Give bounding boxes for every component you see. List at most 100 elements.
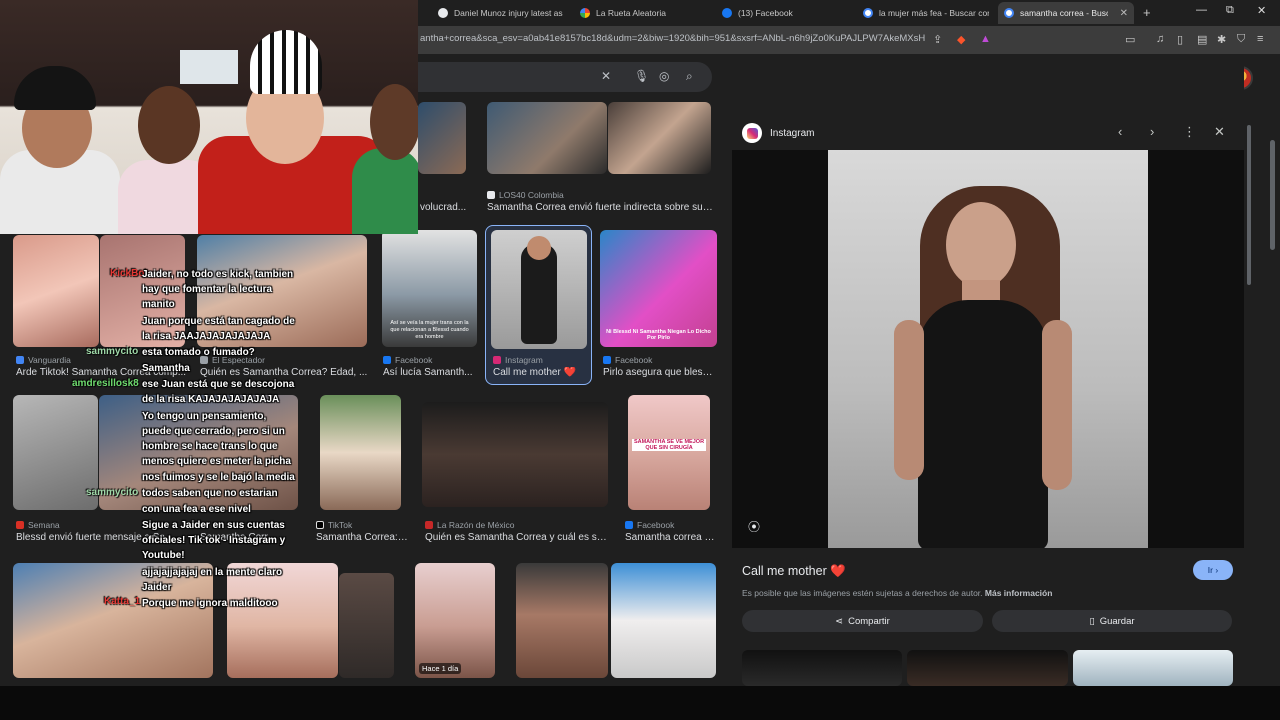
image-thumb[interactable]: [13, 563, 213, 678]
page-scrollbar[interactable]: [1270, 140, 1275, 250]
media-icon[interactable]: ♫: [1156, 33, 1164, 45]
close-panel-icon[interactable]: ✕: [1214, 124, 1225, 140]
extensions-icon[interactable]: ✱: [1217, 33, 1226, 46]
lens-icon[interactable]: ⦿: [748, 518, 760, 535]
rewards-icon[interactable]: ▲: [980, 33, 991, 45]
image-thumb[interactable]: [418, 102, 466, 174]
facebook-icon: [722, 8, 732, 18]
image-thumb[interactable]: [487, 102, 607, 174]
more-info-link[interactable]: Más información: [985, 588, 1053, 598]
chat-message: la risa JAAJAJAJAJAJAJA: [142, 331, 271, 342]
close-icon[interactable]: ✕: [1120, 8, 1128, 19]
tab-rueta[interactable]: La Rueta Aleatoria: [574, 2, 706, 24]
image-thumb[interactable]: [339, 573, 394, 678]
google-icon: [1004, 8, 1014, 18]
result-caption[interactable]: Así lucía Samanth...: [383, 367, 475, 378]
previous-icon[interactable]: ‹: [1118, 124, 1122, 139]
sidebar-icon[interactable]: ▭: [1125, 33, 1135, 46]
tab-mujer-mas-fea[interactable]: la mujer más fea - Buscar con G: [857, 2, 989, 24]
share-button[interactable]: ⋖ Compartir: [742, 610, 983, 632]
chat-username: amdresillosk8: [72, 378, 139, 389]
related-image[interactable]: [907, 650, 1068, 686]
instagram-icon: [742, 123, 762, 143]
panel-source[interactable]: Instagram: [742, 123, 814, 143]
related-image[interactable]: [742, 650, 902, 686]
preview-image[interactable]: ⦿: [732, 150, 1244, 548]
search-input[interactable]: ✕ 🎙︎ ◎ ⌕: [418, 62, 712, 92]
source-label: Semana: [28, 520, 60, 530]
window-close-icon[interactable]: ✕: [1257, 4, 1266, 17]
menu-icon[interactable]: ≡: [1257, 33, 1263, 45]
image-thumb[interactable]: [516, 563, 608, 678]
image-thumb[interactable]: Ni Blessd Ni Samantha Niegan Lo Dicho Po…: [600, 230, 717, 347]
wallet-icon[interactable]: ▤: [1197, 33, 1207, 46]
search-icon[interactable]: ⌕: [686, 69, 693, 84]
chat-username: sammycito: [86, 346, 139, 357]
save-button[interactable]: ▯ Guardar: [992, 610, 1232, 632]
result-caption[interactable]: Samantha Correa: ...: [316, 532, 408, 543]
instagram-icon: [493, 356, 501, 364]
go-label: Ir: [1207, 565, 1213, 575]
chat-message: Yo tengo un pensamiento,: [142, 411, 267, 422]
beanie: [250, 30, 322, 94]
chat-message: Sigue a Jaider en sus cuentas: [142, 520, 285, 531]
chat-message: ese Juan está que se descojona: [142, 379, 295, 390]
image-thumb[interactable]: [227, 563, 338, 678]
image-thumb[interactable]: Así se veía la mujer trans con la que re…: [382, 230, 477, 347]
related-image[interactable]: [1073, 650, 1233, 686]
google-icon: [863, 8, 873, 18]
result-source: LOS40 Colombia: [487, 190, 564, 200]
panel-title[interactable]: Call me mother ❤️: [742, 564, 846, 579]
panel-icon[interactable]: ▯: [1177, 33, 1183, 46]
result-source: Instagram: [493, 355, 543, 365]
new-tab-button[interactable]: +: [1143, 5, 1151, 20]
chat-message: Porque me ignora malditooo: [142, 598, 278, 609]
chat-message: Samantha: [142, 363, 190, 374]
brave-shield-icon[interactable]: ◆: [957, 33, 965, 46]
image-thumb[interactable]: SAMANTHA SE VE MEJOR QUE SIN CIRUGÍA: [628, 395, 710, 510]
webcam-overlay: [0, 0, 418, 234]
result-caption[interactable]: Samantha Correa envió fuerte indirecta s…: [487, 202, 713, 213]
source-label: TikTok: [328, 520, 353, 530]
url-text[interactable]: antha+correa&sca_esv=a0ab41e8157bc18d&ud…: [420, 33, 925, 44]
tab-daniel-munoz[interactable]: Daniel Munoz injury latest as C: [432, 2, 564, 24]
chat-message: de la risa KAJAJAJAJAJAJA: [142, 394, 280, 405]
lens-icon[interactable]: ◎: [659, 69, 669, 83]
tab-facebook[interactable]: (13) Facebook: [716, 2, 848, 24]
image-thumb[interactable]: [422, 402, 608, 507]
source-label: Facebook: [395, 355, 433, 365]
chat-message: menos quiere es meter la picha: [142, 456, 291, 467]
result-caption[interactable]: volucrad...: [420, 202, 480, 213]
shield-icon[interactable]: ⛉: [1237, 33, 1245, 46]
image-thumb[interactable]: Hace 1 día: [415, 563, 495, 678]
source-label: La Razón de México: [437, 520, 515, 530]
result-caption[interactable]: Quién es Samantha Correa y cuál es su...: [425, 532, 610, 543]
result-caption[interactable]: Samantha correa y...: [625, 532, 715, 543]
result-caption[interactable]: Call me mother ❤️: [493, 367, 588, 378]
maximize-icon[interactable]: ⧉: [1226, 4, 1234, 17]
microphone-icon[interactable]: 🎙︎: [634, 69, 649, 83]
panel-scrollbar[interactable]: [1247, 125, 1251, 285]
image-thumb[interactable]: [320, 395, 401, 510]
image-thumb[interactable]: [491, 230, 587, 349]
video-duration-badge: Hace 1 día: [419, 663, 462, 674]
image-thumb[interactable]: [611, 563, 716, 678]
clear-icon[interactable]: ✕: [601, 69, 611, 83]
image-thumb[interactable]: [13, 235, 99, 347]
more-options-icon[interactable]: ⋮: [1183, 124, 1196, 140]
result-source: Facebook: [625, 520, 674, 530]
result-caption[interactable]: Pirlo asegura que bless...: [603, 367, 715, 378]
go-button[interactable]: Ir ›: [1193, 560, 1233, 580]
chat-message: manito: [142, 299, 175, 310]
share-icon[interactable]: ⇪: [933, 33, 942, 46]
chat-message: hombre se hace trans lo que: [142, 441, 278, 452]
next-icon[interactable]: ›: [1150, 124, 1154, 139]
share-label: Compartir: [848, 615, 890, 627]
tab-samantha-correa[interactable]: samantha correa - Buscar ✕: [998, 2, 1134, 24]
result-source: Facebook: [383, 355, 432, 365]
chat-message: hay que fomentar la lectura: [142, 284, 273, 295]
image-thumb[interactable]: [608, 102, 711, 174]
minimize-icon[interactable]: —: [1196, 4, 1207, 16]
result-source: Facebook: [603, 355, 652, 365]
thumb-overlay-text: Así se veía la mujer trans con la que re…: [390, 320, 469, 340]
